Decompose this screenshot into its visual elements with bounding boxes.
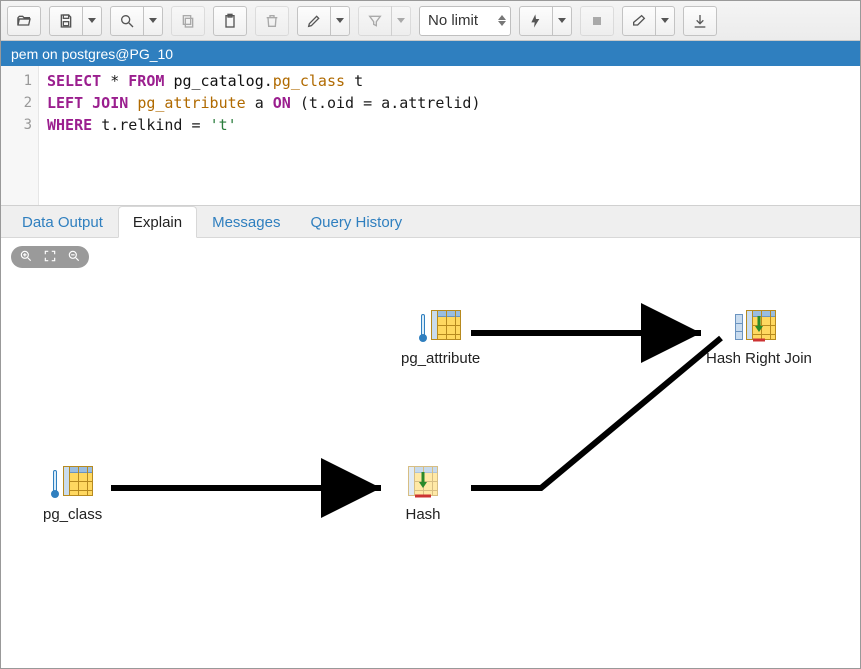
seq-scan-icon (419, 310, 463, 346)
download-button[interactable] (683, 6, 717, 36)
folder-open-icon (16, 13, 32, 29)
sql-editor[interactable]: 1 2 3 SELECT * FROM pg_catalog.pg_class … (1, 66, 860, 206)
execute-menu-button[interactable] (552, 6, 572, 36)
table: pg_class (273, 72, 345, 90)
node-pg-class[interactable]: pg_class (43, 466, 102, 523)
chevron-down-icon (397, 18, 405, 23)
save-menu-button[interactable] (82, 6, 102, 36)
filter-menu-button[interactable] (391, 6, 411, 36)
search-icon (119, 13, 135, 29)
pencil-icon (306, 13, 322, 29)
filter-button[interactable] (358, 6, 392, 36)
node-pg-attribute[interactable]: pg_attribute (401, 310, 480, 367)
node-hash[interactable]: Hash (401, 466, 445, 523)
hash-icon (401, 466, 445, 502)
chevron-down-icon (558, 18, 566, 23)
explain-panel: pg_attribute Hash Right Join pg_class Ha… (1, 238, 860, 668)
output-tabs: Data Output Explain Messages Query Histo… (1, 206, 860, 238)
op: = (363, 94, 372, 112)
stepper-icon (498, 15, 506, 26)
node-label: Hash (401, 506, 445, 523)
table: pg_attribute (137, 94, 245, 112)
stop-button[interactable] (580, 6, 614, 36)
editor-gutter: 1 2 3 (1, 66, 39, 205)
node-label: pg_class (43, 506, 102, 523)
zoom-out-button[interactable] (67, 249, 81, 266)
clear-menu-button[interactable] (655, 6, 675, 36)
save-icon (58, 13, 74, 29)
explain-edges (1, 238, 860, 668)
bolt-icon (528, 13, 544, 29)
hash-join-icon (735, 310, 783, 346)
connection-label: pem on postgres@PG_10 (11, 46, 173, 62)
alias: a (255, 94, 264, 112)
save-button[interactable] (49, 6, 83, 36)
alias: t (354, 72, 363, 90)
line-number: 2 (1, 92, 32, 114)
row-limit-label: No limit (428, 12, 478, 29)
node-label: Hash Right Join (706, 350, 812, 367)
find-button[interactable] (110, 6, 144, 36)
chevron-down-icon (336, 18, 344, 23)
chevron-down-icon (88, 18, 96, 23)
delete-button[interactable] (255, 6, 289, 36)
execute-button[interactable] (519, 6, 553, 36)
trash-icon (264, 13, 280, 29)
kw-on: ON (273, 94, 291, 112)
download-icon (692, 13, 708, 29)
chevron-down-icon (661, 18, 669, 23)
star: * (110, 72, 119, 90)
stop-icon (589, 13, 605, 29)
op: = (192, 116, 201, 134)
row-limit-select[interactable]: No limit (419, 6, 511, 36)
kw-leftjoin: LEFT JOIN (47, 94, 128, 112)
kw-from: FROM (128, 72, 164, 90)
paste-button[interactable] (213, 6, 247, 36)
find-menu-button[interactable] (143, 6, 163, 36)
line-number: 1 (1, 70, 32, 92)
paste-icon (222, 13, 238, 29)
toolbar: No limit (1, 1, 860, 41)
zoom-in-icon (19, 249, 33, 263)
paren: ( (300, 94, 309, 112)
ident: relkind (119, 116, 182, 134)
filter-icon (367, 13, 383, 29)
kw-select: SELECT (47, 72, 101, 90)
ident: t (309, 94, 318, 112)
paren: ) (471, 94, 480, 112)
expand-icon (43, 249, 57, 263)
zoom-out-icon (67, 249, 81, 263)
tab-messages[interactable]: Messages (197, 206, 295, 237)
zoom-fit-button[interactable] (43, 249, 57, 266)
ident: a (381, 94, 390, 112)
edit-button[interactable] (297, 6, 331, 36)
open-file-button[interactable] (7, 6, 41, 36)
ident: attrelid (399, 94, 471, 112)
chevron-down-icon (149, 18, 157, 23)
seq-scan-icon (51, 466, 95, 502)
connection-bar: pem on postgres@PG_10 (1, 41, 860, 66)
tab-explain[interactable]: Explain (118, 206, 197, 238)
clear-button[interactable] (622, 6, 656, 36)
ident: t (101, 116, 110, 134)
copy-icon (180, 13, 196, 29)
line-number: 3 (1, 114, 32, 136)
zoom-in-button[interactable] (19, 249, 33, 266)
editor-content[interactable]: SELECT * FROM pg_catalog.pg_class t LEFT… (39, 66, 860, 205)
copy-button[interactable] (171, 6, 205, 36)
kw-where: WHERE (47, 116, 92, 134)
node-hash-right-join[interactable]: Hash Right Join (706, 310, 812, 367)
tab-data-output[interactable]: Data Output (7, 206, 118, 237)
zoom-controls (11, 246, 89, 268)
eraser-icon (631, 13, 647, 29)
ident: oid (327, 94, 354, 112)
edit-menu-button[interactable] (330, 6, 350, 36)
string-literal: 't' (210, 116, 237, 134)
tab-query-history[interactable]: Query History (295, 206, 417, 237)
schema: pg_catalog (173, 72, 263, 90)
node-label: pg_attribute (401, 350, 480, 367)
